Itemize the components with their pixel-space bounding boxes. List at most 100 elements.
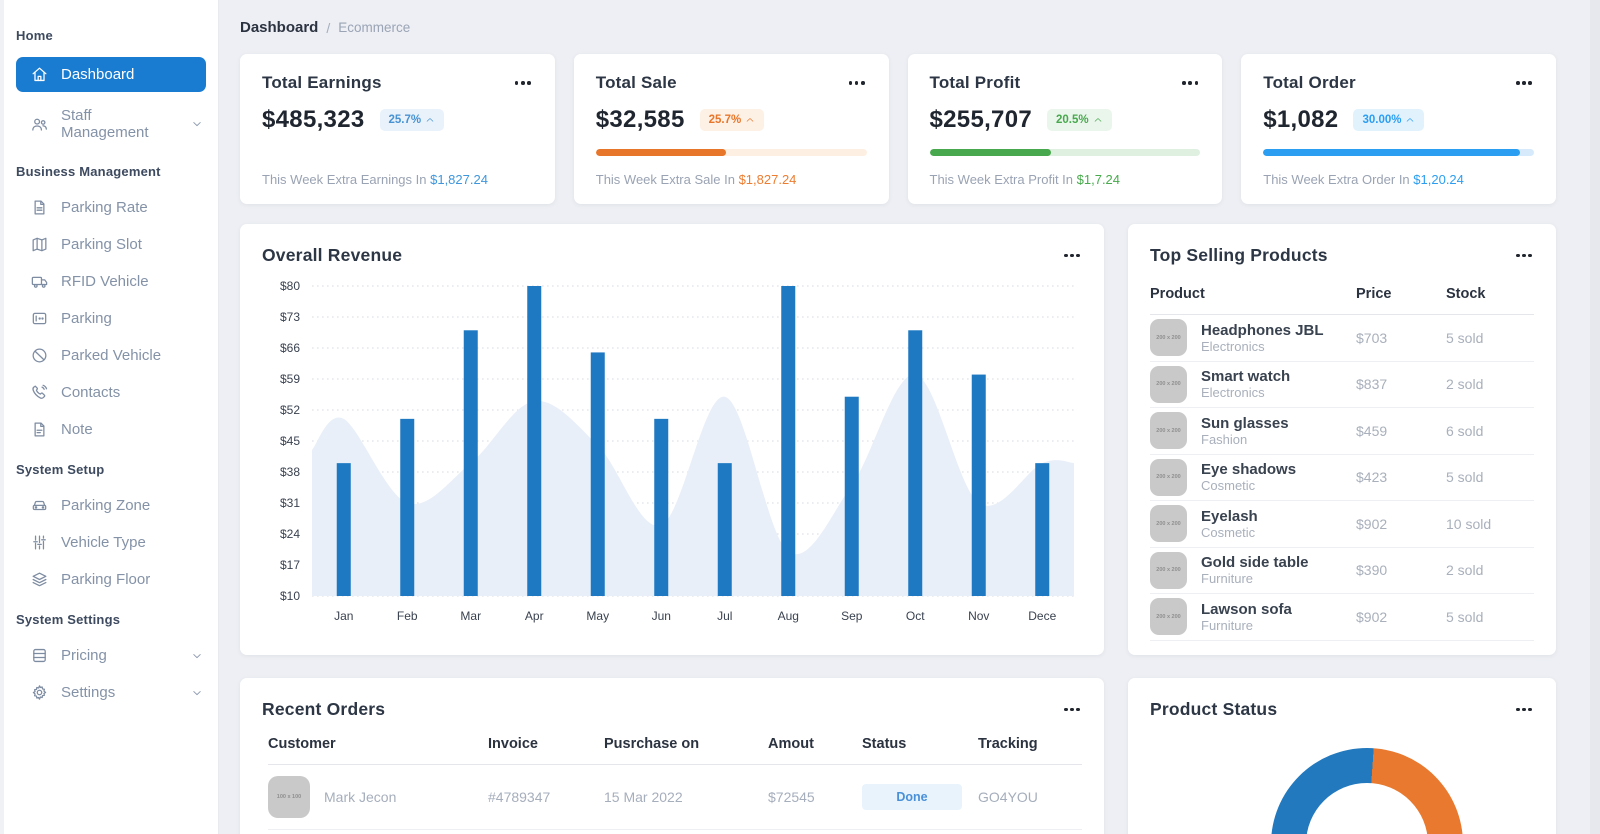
sidebar-item-parked-vehicle[interactable]: Parked Vehicle [4, 337, 218, 374]
svg-text:May: May [586, 609, 609, 623]
svg-text:$17: $17 [280, 558, 300, 572]
sidebar-item-label: Parked Vehicle [61, 347, 161, 364]
order-tracking: GO4YOU [978, 789, 1082, 805]
sidebar-item-note[interactable]: Note [4, 411, 218, 448]
product-price: $902 [1356, 609, 1446, 625]
sidebar-item-parking-rate[interactable]: Parking Rate [4, 189, 218, 226]
stats-row: Total Earnings $485,323 25.7% This Week … [240, 54, 1556, 204]
svg-text:Aug: Aug [778, 609, 799, 623]
product-stock: 6 sold [1446, 423, 1534, 439]
users-icon [30, 115, 49, 134]
svg-text:Oct: Oct [906, 609, 925, 623]
chevron-up-icon [1405, 115, 1415, 125]
sidebar-item-label: Dashboard [61, 66, 134, 83]
product-price: $423 [1356, 469, 1446, 485]
svg-text:$10: $10 [280, 589, 300, 603]
stat-title: Total Order [1263, 73, 1356, 93]
table-row[interactable]: 200 x 200 Lawson sofa Furniture $902 5 s… [1150, 594, 1534, 641]
chevron-down-icon [190, 686, 204, 700]
sidebar-item-label: Staff Management [61, 107, 178, 141]
product-name: Headphones JBL [1201, 322, 1324, 339]
ellipsis-menu-icon[interactable] [1059, 250, 1082, 262]
product-name: Smart watch [1201, 368, 1290, 385]
sidebar-item-contacts[interactable]: Contacts [4, 374, 218, 411]
product-thumbnail-placeholder: 200 x 200 [1150, 459, 1187, 496]
sidebar-item-staff-management[interactable]: Staff Management [4, 98, 218, 150]
table-row[interactable]: 200 x 200 Eye shadows Cosmetic $423 5 so… [1150, 455, 1534, 502]
phone-icon [30, 383, 49, 402]
products-col-product: Product [1150, 286, 1356, 302]
svg-text:$66: $66 [280, 341, 300, 355]
sidebar-item-parking-zone[interactable]: Parking Zone [4, 487, 218, 524]
page-scrollbar[interactable] [1590, 0, 1600, 834]
stat-trend-badge: 30.00% [1353, 109, 1424, 131]
product-thumbnail-placeholder: 200 x 200 [1150, 366, 1187, 403]
overall-revenue-card: Overall Revenue $80$73$66$59$52$45$38$31… [240, 224, 1104, 655]
product-category: Furniture [1201, 571, 1309, 586]
ellipsis-menu-icon[interactable] [1178, 77, 1201, 89]
product-status-title: Product Status [1150, 699, 1277, 720]
sidebar-section-label: System Setup [4, 448, 218, 487]
home-icon [30, 65, 49, 84]
svg-text:Nov: Nov [968, 609, 989, 623]
product-category: Electronics [1201, 339, 1324, 354]
svg-text:$24: $24 [280, 527, 300, 541]
stat-value: $255,707 [930, 106, 1033, 134]
sidebar-item-rfid-vehicle[interactable]: RFID Vehicle [4, 263, 218, 300]
sidebar-item-dashboard[interactable]: Dashboard [16, 57, 206, 92]
ellipsis-menu-icon[interactable] [1511, 704, 1534, 716]
stat-footer-amount: $1,20.24 [1413, 172, 1464, 187]
product-price: $459 [1356, 423, 1446, 439]
table-row[interactable]: 100 x 100 Mark Jecon #4789347 15 Mar 202… [268, 765, 1082, 830]
stat-footer: This Week Extra Profit In $1,7.24 [930, 172, 1201, 187]
svg-text:Apr: Apr [525, 609, 544, 623]
note-icon [30, 420, 49, 439]
products-col-price: Price [1356, 286, 1446, 302]
breadcrumb-separator: / [326, 20, 330, 36]
table-row[interactable]: 200 x 200 Smart watch Electronics $837 2… [1150, 362, 1534, 409]
sidebar-item-parking-slot[interactable]: Parking Slot [4, 226, 218, 263]
slash-circle-icon [30, 346, 49, 365]
svg-text:Jul: Jul [717, 609, 732, 623]
svg-text:Feb: Feb [397, 609, 418, 623]
ellipsis-menu-icon[interactable] [510, 77, 533, 89]
stat-footer: This Week Extra Earnings In $1,827.24 [262, 172, 533, 187]
sidebar-item-settings[interactable]: Settings [4, 674, 218, 711]
orders-col-amount: Amout [768, 736, 862, 752]
sidebar-item-vehicle-type[interactable]: Vehicle Type [4, 524, 218, 561]
ellipsis-menu-icon[interactable] [844, 77, 867, 89]
stat-trend-badge: 20.5% [1047, 109, 1112, 131]
orders-col-status: Status [862, 736, 978, 752]
sidebar-nav: HomeDashboardStaff ManagementBusiness Ma… [4, 14, 218, 711]
stat-title: Total Earnings [262, 73, 382, 93]
card-icon [30, 309, 49, 328]
sidebar-item-parking-floor[interactable]: Parking Floor [4, 561, 218, 598]
revenue-chart-svg: $80$73$66$59$52$45$38$31$24$17$10JanFebM… [262, 274, 1082, 630]
map-icon [30, 235, 49, 254]
stat-footer: This Week Extra Sale In $1,827.24 [596, 172, 867, 187]
sidebar-item-label: Parking Floor [61, 571, 150, 588]
orders-col-customer: Customer [268, 736, 488, 752]
sidebar-item-label: Parking Slot [61, 236, 142, 253]
table-row[interactable]: 200 x 200 Gold side table Furniture $390… [1150, 548, 1534, 595]
ellipsis-menu-icon[interactable] [1511, 250, 1534, 262]
product-category: Fashion [1201, 432, 1289, 447]
stat-footer: This Week Extra Order In $1,20.24 [1263, 172, 1534, 187]
order-amount: $72545 [768, 789, 862, 805]
stat-value: $1,082 [1263, 106, 1338, 134]
product-price: $837 [1356, 376, 1446, 392]
sidebar-item-pricing[interactable]: Pricing [4, 637, 218, 674]
breadcrumb-current[interactable]: Dashboard [240, 19, 318, 36]
ellipsis-menu-icon[interactable] [1059, 704, 1082, 716]
sidebar-item-parking[interactable]: Parking [4, 300, 218, 337]
ellipsis-menu-icon[interactable] [1511, 77, 1534, 89]
breadcrumb: Dashboard / Ecommerce [240, 0, 1556, 54]
sidebar-item-label: Vehicle Type [61, 534, 146, 551]
table-row[interactable]: 200 x 200 Headphones JBL Electronics $70… [1150, 315, 1534, 362]
product-name: Eye shadows [1201, 461, 1296, 478]
sidebar-section-label: System Settings [4, 598, 218, 637]
table-row[interactable]: 200 x 200 Sun glasses Fashion $459 6 sol… [1150, 408, 1534, 455]
product-thumbnail-placeholder: 200 x 200 [1150, 505, 1187, 542]
table-row[interactable]: 200 x 200 Eyelash Cosmetic $902 10 sold [1150, 501, 1534, 548]
top-selling-products-card: Top Selling Products Product Price Stock… [1128, 224, 1556, 655]
